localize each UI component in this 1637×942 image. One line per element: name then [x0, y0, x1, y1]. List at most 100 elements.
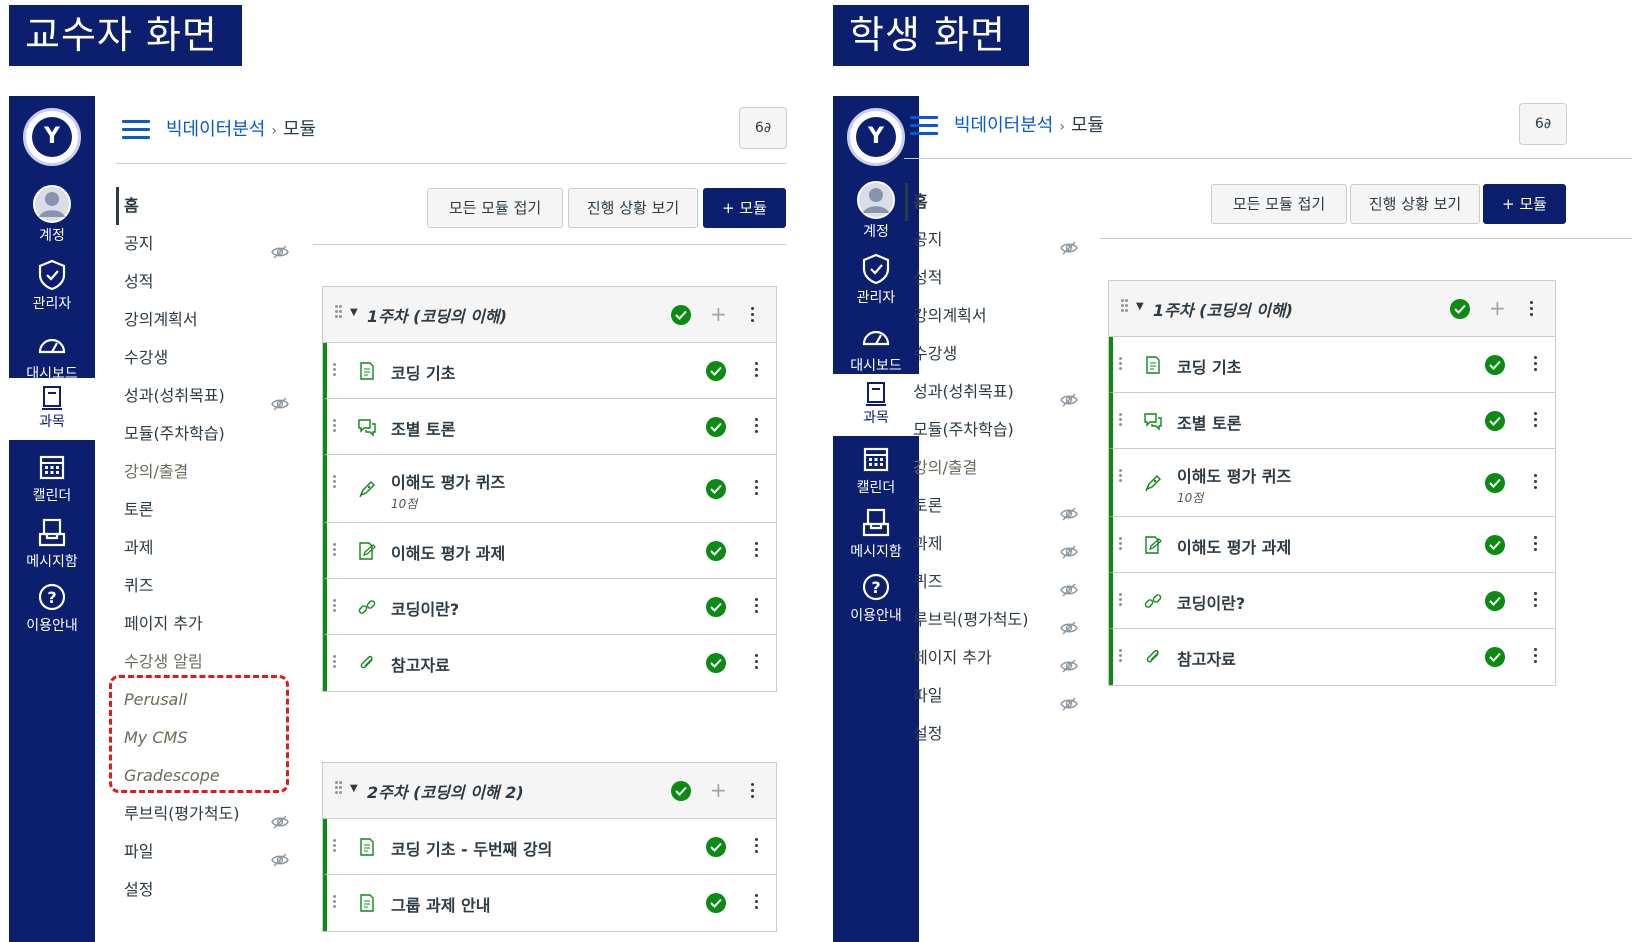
module-item-title[interactable]: 그룹 과제 안내: [391, 892, 490, 916]
collapse-all-button[interactable]: 모든 모듈 접기: [1211, 184, 1347, 224]
module-item-title[interactable]: 조별 토론: [1177, 410, 1241, 434]
kebab-menu-icon[interactable]: [1533, 474, 1539, 492]
caret-down-icon[interactable]: ▼: [350, 783, 358, 794]
kebab-menu-icon[interactable]: [754, 838, 760, 856]
course-nav-item[interactable]: 루브릭(평가척도): [905, 601, 1080, 639]
course-nav-item[interactable]: 토론: [905, 487, 1080, 525]
published-check-icon[interactable]: [671, 781, 691, 801]
kebab-menu-icon[interactable]: [1533, 356, 1539, 374]
course-nav-item[interactable]: 공지: [116, 225, 291, 263]
module-item[interactable]: 코딩 기초 - 두번째 강의: [323, 819, 776, 875]
course-nav-item[interactable]: 강의계획서: [905, 297, 1080, 335]
course-nav-item[interactable]: 과제: [905, 525, 1080, 563]
immersive-reader-button[interactable]: 6∂: [739, 107, 787, 149]
kebab-menu-icon[interactable]: [754, 598, 760, 616]
global-nav-account[interactable]: 계정: [9, 184, 95, 244]
published-check-icon[interactable]: [1485, 591, 1505, 611]
course-nav-item[interactable]: 공지: [905, 221, 1080, 259]
module-item-title[interactable]: 코딩이란?: [1177, 590, 1245, 614]
kebab-menu-icon[interactable]: [1533, 648, 1539, 666]
module-item-title[interactable]: 코딩이란?: [391, 596, 459, 620]
university-logo[interactable]: Y: [23, 108, 81, 166]
module-item-title[interactable]: 조별 토론: [391, 416, 455, 440]
course-nav-item[interactable]: 홈: [905, 183, 1080, 221]
course-nav-item[interactable]: 루브릭(평가척도): [116, 795, 291, 833]
module-item-title[interactable]: 코딩 기초: [391, 360, 455, 384]
module-item[interactable]: 참고자료: [323, 635, 776, 691]
module-item-title[interactable]: 코딩 기초: [1177, 354, 1241, 378]
drag-handle-icon[interactable]: [339, 781, 349, 797]
module-item[interactable]: 코딩이란?: [1109, 573, 1555, 629]
module-item[interactable]: 코딩 기초: [1109, 337, 1555, 393]
module-item-title[interactable]: 참고자료: [1177, 646, 1236, 670]
view-progress-button[interactable]: 진행 상황 보기: [1350, 184, 1480, 224]
kebab-menu-icon[interactable]: [754, 418, 760, 436]
global-nav-calendar[interactable]: 캘린더: [9, 450, 95, 504]
course-nav-item[interactable]: 수강생: [905, 335, 1080, 373]
course-nav-item[interactable]: 수강생: [116, 339, 291, 377]
published-check-icon[interactable]: [671, 305, 691, 325]
published-check-icon[interactable]: [706, 597, 726, 617]
global-nav-courses[interactable]: 과목: [9, 378, 95, 440]
published-check-icon[interactable]: [706, 361, 726, 381]
add-item-plus-icon[interactable]: +: [1489, 298, 1506, 318]
published-check-icon[interactable]: [1485, 411, 1505, 431]
hamburger-menu-icon[interactable]: [910, 116, 938, 136]
course-nav-item[interactable]: 성적: [905, 259, 1080, 297]
breadcrumb-course-link[interactable]: 빅데이터분석: [166, 119, 265, 140]
module-header[interactable]: ▼ 1주차 (코딩의 이해) +: [1109, 281, 1555, 337]
course-nav-item[interactable]: 페이지 추가: [116, 605, 291, 643]
module-item-title[interactable]: 코딩 기초 - 두번째 강의: [391, 836, 552, 860]
drag-handle-icon[interactable]: [1119, 413, 1129, 429]
view-progress-button[interactable]: 진행 상황 보기: [568, 188, 698, 228]
kebab-menu-icon[interactable]: [754, 894, 760, 912]
add-module-button[interactable]: + 모듈: [703, 188, 786, 228]
course-nav-item[interactable]: 파일: [905, 677, 1080, 715]
drag-handle-icon[interactable]: [1125, 299, 1135, 315]
module-item[interactable]: 코딩 기초: [323, 343, 776, 399]
global-nav-inbox[interactable]: 메시지함: [9, 516, 95, 570]
kebab-menu-icon[interactable]: [1533, 536, 1539, 554]
caret-down-icon[interactable]: ▼: [350, 307, 358, 318]
caret-down-icon[interactable]: ▼: [1136, 301, 1144, 312]
course-nav-item[interactable]: 페이지 추가: [905, 639, 1080, 677]
kebab-menu-icon[interactable]: [750, 307, 756, 325]
course-nav-item[interactable]: 설정: [905, 715, 1080, 753]
course-nav-item[interactable]: 설정: [116, 871, 291, 909]
module-item-title[interactable]: 참고자료: [391, 652, 450, 676]
kebab-menu-icon[interactable]: [754, 362, 760, 380]
course-nav-item[interactable]: 모듈(주차학습): [905, 411, 1080, 449]
drag-handle-icon[interactable]: [333, 363, 343, 379]
module-item[interactable]: 이해도 평가 과제: [1109, 517, 1555, 573]
hamburger-menu-icon[interactable]: [122, 120, 150, 140]
module-item-title[interactable]: 이해도 평가 퀴즈: [1177, 463, 1291, 487]
module-item-title[interactable]: 이해도 평가 퀴즈: [391, 469, 505, 493]
drag-handle-icon[interactable]: [1119, 593, 1129, 609]
published-check-icon[interactable]: [706, 541, 726, 561]
kebab-menu-icon[interactable]: [1529, 301, 1535, 319]
published-check-icon[interactable]: [706, 837, 726, 857]
published-check-icon[interactable]: [1485, 535, 1505, 555]
immersive-reader-button[interactable]: 6∂: [1519, 103, 1567, 145]
drag-handle-icon[interactable]: [333, 895, 343, 911]
module-item-title[interactable]: 이해도 평가 과제: [391, 540, 505, 564]
global-nav-help[interactable]: ? 이용안내: [9, 580, 95, 634]
module-item-title[interactable]: 이해도 평가 과제: [1177, 534, 1291, 558]
published-check-icon[interactable]: [1485, 647, 1505, 667]
drag-handle-icon[interactable]: [1119, 357, 1129, 373]
module-header[interactable]: ▼ 1주차 (코딩의 이해) +: [323, 287, 776, 343]
module-item[interactable]: 이해도 평가 퀴즈 10점: [323, 455, 776, 523]
kebab-menu-icon[interactable]: [754, 480, 760, 498]
module-item[interactable]: 조별 토론: [1109, 393, 1555, 449]
course-nav-item[interactable]: 과제: [116, 529, 291, 567]
add-item-plus-icon[interactable]: +: [710, 780, 727, 800]
published-check-icon[interactable]: [706, 417, 726, 437]
drag-handle-icon[interactable]: [333, 655, 343, 671]
kebab-menu-icon[interactable]: [1533, 412, 1539, 430]
drag-handle-icon[interactable]: [333, 543, 343, 559]
course-nav-item[interactable]: 모듈(주차학습): [116, 415, 291, 453]
course-nav-item[interactable]: 성적: [116, 263, 291, 301]
module-item[interactable]: 코딩이란?: [323, 579, 776, 635]
add-item-plus-icon[interactable]: +: [710, 304, 727, 324]
drag-handle-icon[interactable]: [339, 305, 349, 321]
